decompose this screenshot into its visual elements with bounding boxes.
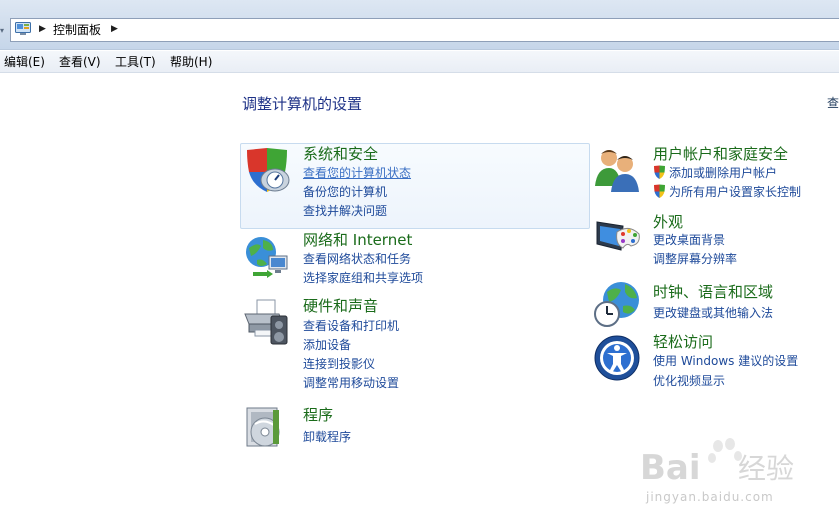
- printer-icon[interactable]: [243, 298, 291, 346]
- address-bar[interactable]: ▶ 控制面板 ▶: [10, 18, 839, 42]
- clock-globe-icon[interactable]: [593, 280, 641, 328]
- category-title-hardware-sound[interactable]: 硬件和声音: [303, 297, 378, 316]
- shield-icon[interactable]: [243, 146, 291, 194]
- link-change-input-method[interactable]: 更改键盘或其他输入法: [653, 305, 773, 321]
- category-title-user-accounts[interactable]: 用户帐户和家庭安全: [653, 145, 788, 164]
- recent-pages-chevron-icon[interactable]: ▾: [0, 27, 8, 35]
- category-hover-highlight: [240, 143, 590, 229]
- link-add-device[interactable]: 添加设备: [303, 337, 351, 353]
- uac-shield-icon: [654, 165, 665, 179]
- link-connect-projector[interactable]: 连接到投影仪: [303, 356, 375, 372]
- watermark-brand-suffix: 经验: [738, 452, 795, 485]
- link-devices-printers[interactable]: 查看设备和打印机: [303, 318, 399, 334]
- link-parental-controls[interactable]: 为所有用户设置家长控制: [669, 184, 801, 200]
- link-optimize-display[interactable]: 优化视频显示: [653, 373, 725, 389]
- category-title-ease-of-access[interactable]: 轻松访问: [653, 333, 713, 352]
- link-network-status[interactable]: 查看网络状态和任务: [303, 251, 411, 267]
- link-change-background[interactable]: 更改桌面背景: [653, 232, 725, 248]
- watermark-brand: Bai: [640, 448, 701, 488]
- menu-bar: 编辑(E) 查看(V) 工具(T) 帮助(H): [0, 51, 839, 73]
- monitor-palette-icon[interactable]: [593, 214, 641, 262]
- breadcrumb-arrow-icon[interactable]: ▶: [111, 24, 119, 34]
- watermark-url: jingyan.baidu.com: [646, 490, 774, 504]
- breadcrumb-control-panel[interactable]: 控制面板: [53, 22, 101, 38]
- view-by-label[interactable]: 查: [827, 95, 839, 111]
- link-troubleshoot[interactable]: 查找并解决问题: [303, 203, 387, 219]
- link-add-remove-accounts[interactable]: 添加或删除用户帐户: [669, 165, 777, 181]
- users-icon[interactable]: [593, 146, 641, 194]
- category-title-network-internet[interactable]: 网络和 Internet: [303, 231, 412, 250]
- programs-disc-icon[interactable]: [243, 404, 291, 452]
- link-screen-resolution[interactable]: 调整屏幕分辨率: [653, 251, 737, 267]
- link-mobility-settings[interactable]: 调整常用移动设置: [303, 375, 399, 391]
- address-bar-area: ▾ ▶ 控制面板 ▶: [0, 0, 839, 50]
- category-title-programs[interactable]: 程序: [303, 406, 333, 425]
- category-title-system-security[interactable]: 系统和安全: [303, 145, 378, 164]
- network-globe-icon[interactable]: [243, 234, 291, 282]
- uac-shield-icon: [654, 184, 665, 198]
- category-title-clock-language-region[interactable]: 时钟、语言和区域: [653, 283, 773, 302]
- breadcrumb-arrow-icon[interactable]: ▶: [39, 24, 47, 34]
- menu-help[interactable]: 帮助(H): [170, 54, 212, 70]
- link-homegroup-sharing[interactable]: 选择家庭组和共享选项: [303, 270, 423, 286]
- menu-tools[interactable]: 工具(T): [115, 54, 156, 70]
- control-panel-icon: [15, 22, 31, 35]
- category-title-appearance[interactable]: 外观: [653, 213, 683, 232]
- page-title: 调整计算机的设置: [242, 95, 363, 113]
- menu-view[interactable]: 查看(V): [59, 54, 101, 70]
- link-view-computer-status[interactable]: 查看您的计算机状态: [303, 165, 411, 181]
- menu-edit[interactable]: 编辑(E): [4, 54, 45, 70]
- link-uninstall-program[interactable]: 卸载程序: [303, 429, 351, 445]
- ease-of-access-icon[interactable]: [593, 334, 641, 382]
- link-backup-computer[interactable]: 备份您的计算机: [303, 184, 387, 200]
- link-windows-recommended-settings[interactable]: 使用 Windows 建议的设置: [653, 353, 798, 369]
